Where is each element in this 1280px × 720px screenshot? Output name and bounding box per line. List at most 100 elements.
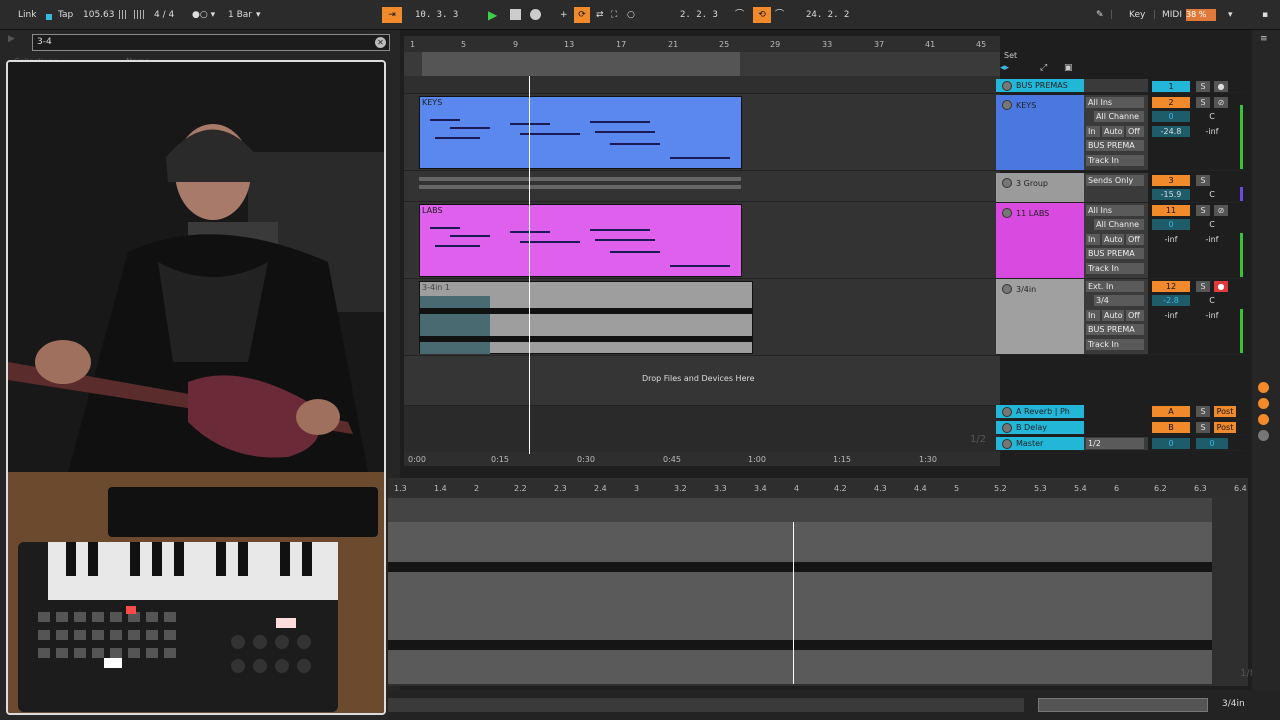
input-type-menu[interactable]: All Ins <box>1086 97 1144 108</box>
capture-icon[interactable]: ⛶ <box>611 7 617 23</box>
labs-midi-clip[interactable]: LABS <box>419 204 742 277</box>
nudge-icon[interactable]: |||| <box>133 7 145 23</box>
track-activator[interactable]: 11 <box>1152 205 1190 216</box>
keys-midi-clip[interactable]: KEYS <box>419 96 742 169</box>
fold-icon[interactable] <box>1002 407 1012 417</box>
search-input[interactable]: 3-4 ✕ <box>32 34 390 51</box>
returns-toggle-icon[interactable] <box>1258 414 1269 425</box>
fold-icon[interactable] <box>1002 439 1012 449</box>
fold-icon[interactable] <box>1002 100 1012 110</box>
drop-area[interactable]: Drop Files and Devices Here <box>404 356 1000 406</box>
pre-post-button[interactable]: Post <box>1214 406 1236 417</box>
track-activator[interactable]: 2 <box>1152 97 1190 108</box>
input-type-menu[interactable]: Ext. In <box>1086 281 1144 292</box>
solo-button[interactable]: S <box>1196 406 1210 417</box>
time-signature-field[interactable]: 4 / 4 <box>154 7 174 23</box>
follow-arrow-icon[interactable]: ⇥ <box>382 7 402 23</box>
punch-out-icon[interactable]: ⌒ <box>775 7 784 23</box>
volume-field[interactable]: -15.9 <box>1152 189 1190 200</box>
sample-display[interactable] <box>388 522 1212 684</box>
arm-icon[interactable]: ● <box>1214 81 1228 92</box>
browser-toggle-icon[interactable]: ▶ <box>8 34 15 44</box>
nav-arrows-icon[interactable]: ◂▸ <box>1000 63 1009 73</box>
session-record-icon[interactable]: ○ <box>627 7 635 23</box>
output-channel-menu[interactable]: Track In <box>1086 263 1144 274</box>
monitor-off-button[interactable]: Off <box>1126 126 1144 137</box>
back-to-arrangement-icon[interactable]: ⇄ <box>596 7 604 23</box>
loop-switch-icon[interactable]: ⟲ <box>753 7 771 23</box>
draw-mode-icon[interactable]: ✎ <box>1096 7 1104 23</box>
solo-button[interactable]: S <box>1196 281 1210 292</box>
overview-scroll-thumb[interactable] <box>1038 698 1208 712</box>
clear-search-icon[interactable]: ✕ <box>375 37 386 48</box>
track-header-master[interactable]: Master <box>996 437 1084 451</box>
volume-field[interactable]: 0 <box>1152 219 1190 230</box>
record-icon[interactable] <box>530 9 541 20</box>
solo-button[interactable]: S <box>1196 205 1210 216</box>
arm-record-icon[interactable]: ● <box>1214 281 1228 292</box>
quantize-menu[interactable]: 1 Bar <box>228 7 252 23</box>
pan-field[interactable]: C <box>1196 111 1228 122</box>
input-channel-menu[interactable]: 3/4 <box>1094 295 1144 306</box>
expand-icon[interactable]: ⤢ <box>1040 63 1047 73</box>
track-activator[interactable]: A <box>1152 406 1190 417</box>
volume-field[interactable]: 0 <box>1152 111 1190 122</box>
input-type-menu[interactable]: All Ins <box>1086 205 1144 216</box>
monitor-in-button[interactable]: In <box>1086 126 1100 137</box>
follow-icon[interactable]: ●○ ▾ <box>192 7 215 23</box>
fold-icon[interactable] <box>1002 208 1012 218</box>
monitor-auto-button[interactable]: Auto <box>1102 234 1124 245</box>
loop-start-field[interactable]: 2. 2. 3 <box>680 7 718 23</box>
fold-icon[interactable] <box>1002 284 1012 294</box>
arm-icon[interactable]: ⊘ <box>1214 97 1228 108</box>
play-icon[interactable]: ▶ <box>488 7 497 23</box>
pan-field[interactable]: C <box>1196 189 1228 200</box>
master-volume-field[interactable]: 0 <box>1152 438 1190 449</box>
arm-icon[interactable]: ⊘ <box>1214 205 1228 216</box>
track-header-delay-return[interactable]: B Delay <box>996 421 1084 435</box>
song-position-field[interactable]: 10. 3. 3 <box>415 7 458 23</box>
solo-button[interactable]: S <box>1196 175 1210 186</box>
solo-button[interactable]: S <box>1196 97 1210 108</box>
track-activator[interactable]: 1 <box>1152 81 1190 92</box>
track-header-3-group[interactable]: 3 Group <box>996 173 1084 203</box>
pan-field[interactable]: C <box>1196 219 1228 230</box>
io-toggle-icon[interactable] <box>1258 382 1269 393</box>
sample-loop-bar[interactable] <box>388 498 1212 522</box>
menu-icon[interactable]: ≡ <box>1260 34 1268 44</box>
lock-icon[interactable]: ▣ <box>1064 63 1073 73</box>
pan-field[interactable]: C <box>1196 295 1228 306</box>
overdub-icon[interactable]: + <box>560 7 568 23</box>
output-type-menu[interactable]: BUS PREMA <box>1086 140 1144 151</box>
fold-icon[interactable] <box>1002 81 1012 91</box>
output-channel-menu[interactable]: Track In <box>1086 155 1144 166</box>
monitor-auto-button[interactable]: Auto <box>1102 310 1124 321</box>
track-header-bus-premas[interactable]: BUS PREMAS <box>996 79 1084 93</box>
midi-map-button[interactable]: MIDI <box>1162 7 1182 23</box>
horizontal-scrollbar[interactable] <box>388 698 1024 712</box>
track-activator[interactable]: 3 <box>1152 175 1190 186</box>
track-activator[interactable]: 12 <box>1152 281 1190 292</box>
input-channel-menu[interactable]: All Channe <box>1094 219 1144 230</box>
loop-length-field[interactable]: 24. 2. 2 <box>806 7 849 23</box>
volume-field[interactable]: -2.8 <box>1152 295 1190 306</box>
monitor-in-button[interactable]: In <box>1086 310 1100 321</box>
track-header-reverb-return[interactable]: A Reverb | Ph <box>996 405 1084 419</box>
sends-toggle-icon[interactable] <box>1258 398 1269 409</box>
monitor-off-button[interactable]: Off <box>1126 310 1144 321</box>
loop-brace[interactable] <box>422 52 740 76</box>
mixer-toggle-icon[interactable] <box>1258 430 1269 441</box>
input-channel-menu[interactable]: All Channe <box>1094 111 1144 122</box>
fold-icon[interactable] <box>1002 423 1012 433</box>
track-header-11-labs[interactable]: 11 LABS <box>996 203 1084 279</box>
pre-post-button[interactable]: Post <box>1214 422 1236 433</box>
time-ruler[interactable]: 0:00 0:15 0:30 0:45 1:00 1:15 1:30 <box>404 452 1000 466</box>
monitor-auto-button[interactable]: Auto <box>1102 126 1124 137</box>
fold-icon[interactable] <box>1002 178 1012 188</box>
automation-arm-icon[interactable]: ⟳ <box>574 7 590 23</box>
metronome-icon[interactable]: ||| <box>118 7 127 23</box>
solo-button[interactable]: S <box>1196 81 1210 92</box>
track-activator[interactable]: B <box>1152 422 1190 433</box>
sends-only-menu[interactable]: Sends Only <box>1086 175 1144 186</box>
output-type-menu[interactable]: BUS PREMA <box>1086 324 1144 335</box>
